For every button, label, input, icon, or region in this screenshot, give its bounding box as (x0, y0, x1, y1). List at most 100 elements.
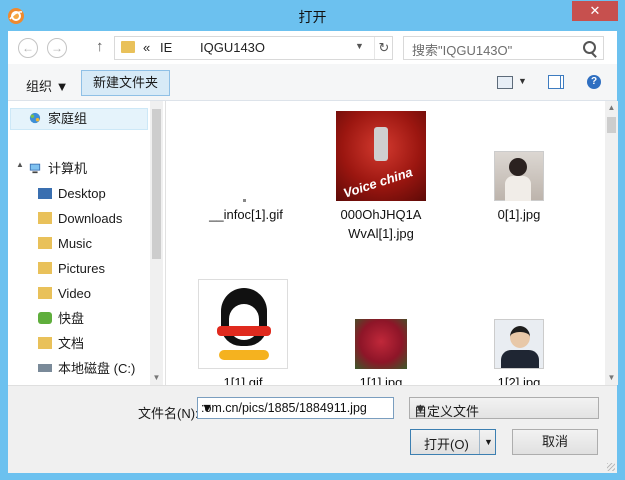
file-scroll-up-icon[interactable]: ▲ (605, 101, 618, 115)
file-thumbnail (243, 199, 246, 202)
file-item[interactable]: 1[1].gif (183, 279, 303, 390)
file-item[interactable]: Voice china 000OhJHQ1A WvAl[1].jpg (321, 111, 441, 251)
up-folder-button[interactable]: ↑ (96, 38, 104, 55)
sidebar-item-desktop[interactable]: Desktop (38, 183, 106, 205)
forward-button[interactable]: → (47, 38, 67, 58)
sidebar-item-label: 快盘 (58, 311, 85, 326)
portrait-figure (505, 176, 531, 201)
documents-folder-icon (38, 337, 52, 349)
penguin-scarf (217, 326, 271, 336)
sidebar-item-label: Video (58, 286, 92, 301)
split-divider (479, 430, 480, 454)
kuaipan-icon (38, 312, 52, 324)
organize-menu[interactable]: 组织 ▼ (26, 76, 68, 95)
file-thumbnail (494, 151, 544, 201)
file-name: 000OhJHQ1A WvAl[1].jpg (321, 205, 441, 243)
file-scroll-thumb[interactable] (607, 117, 616, 133)
command-bar: 组织 ▼ 新建文件夹 ▼ ? (8, 64, 617, 101)
desktop-folder-icon (38, 188, 52, 199)
portrait-figure (510, 326, 530, 348)
file-list-pane: __infoc[1].gif Voice china 000OhJHQ1A Wv… (165, 101, 618, 390)
downloads-folder-icon (38, 212, 52, 224)
sidebar-item-music[interactable]: Music (38, 233, 92, 255)
sidebar-scrollbar[interactable]: ▼ (150, 101, 163, 385)
file-name-line: WvAl[1].jpg (348, 226, 414, 241)
penguin-feet (219, 350, 269, 360)
view-options-dropdown-icon[interactable]: ▼ (518, 76, 527, 86)
breadcrumb-current-folder[interactable]: IQGU143O (200, 40, 265, 55)
file-pane-scrollbar[interactable]: ▲ ▼ (605, 101, 618, 385)
sidebar-item-label: 本地磁盘 (C:) (58, 361, 136, 376)
sidebar-item-downloads[interactable]: Downloads (38, 208, 122, 230)
new-folder-button[interactable]: 新建文件夹 (81, 70, 170, 96)
filename-input[interactable]: :om.cn/pics/1885/1884911.jpg ▼ (197, 397, 394, 419)
drive-icon (38, 364, 52, 372)
file-thumbnail (198, 279, 288, 369)
address-bar[interactable]: « IE IQGU143O ▼ ↻ (114, 36, 393, 60)
sidebar-item-label: Desktop (58, 186, 106, 201)
dialog-body: ← → ↑ « IE IQGU143O ▼ ↻ 搜索"IQGU143O" 组织 … (8, 31, 618, 473)
file-thumbnail (494, 319, 544, 369)
sidebar-item-video[interactable]: Video (38, 283, 91, 305)
pictures-folder-icon (38, 262, 52, 274)
sidebar-item-label: Pictures (58, 261, 105, 276)
search-placeholder: 搜索"IQGU143O" (412, 43, 513, 58)
filename-label: 文件名(N): (138, 406, 199, 421)
sidebar-item-documents[interactable]: 文档 (38, 333, 84, 355)
portrait-figure (501, 350, 539, 368)
open-button-label: 打开(O) (424, 437, 469, 452)
sidebar-item-label: Music (58, 236, 92, 251)
file-selection-bar: 文件名(N): :om.cn/pics/1885/1884911.jpg ▼ 自… (8, 385, 617, 473)
sidebar-item-label: Downloads (58, 211, 123, 226)
sidebar-item-local-disk-c[interactable]: 本地磁盘 (C:) (38, 358, 135, 380)
file-type-select[interactable]: 自定义文件 ▼ (409, 397, 599, 419)
breadcrumb-overflow[interactable]: « (143, 40, 150, 55)
sidebar-item-computer[interactable]: 计算机 (28, 158, 87, 180)
filename-dropdown-icon[interactable]: ▼ (201, 401, 390, 415)
open-file-dialog: 打开 ✕ ← → ↑ « IE IQGU143O ▼ ↻ 搜索"IQGU143O… (0, 0, 625, 480)
search-icon[interactable] (583, 41, 596, 54)
sidebar-scroll-down-icon[interactable]: ▼ (150, 371, 163, 385)
open-button[interactable]: 打开(O) ▼ (410, 429, 496, 455)
sidebar-item-kuaipan[interactable]: 快盘 (38, 308, 84, 330)
close-button[interactable]: ✕ (572, 1, 618, 21)
preview-pane-icon[interactable] (548, 75, 564, 89)
search-input[interactable]: 搜索"IQGU143O" (403, 36, 604, 60)
computer-icon (29, 163, 41, 174)
homegroup-icon (29, 112, 41, 124)
file-item[interactable]: 0[1].jpg (459, 111, 579, 226)
thumbnail-caption: Voice china (341, 164, 415, 201)
refresh-button[interactable]: ↻ (374, 37, 393, 59)
file-scroll-down-icon[interactable]: ▼ (605, 371, 618, 385)
music-folder-icon (38, 237, 52, 249)
cancel-button[interactable]: 取消 (512, 429, 598, 455)
video-folder-icon (38, 287, 52, 299)
expand-arrow-icon[interactable]: ▲ (16, 160, 24, 169)
help-icon[interactable]: ? (587, 75, 601, 89)
file-type-dropdown-icon[interactable]: ▼ (414, 401, 595, 416)
sidebar-item-label: 家庭组 (48, 111, 88, 126)
back-button[interactable]: ← (18, 38, 38, 58)
open-options-dropdown-icon[interactable]: ▼ (484, 437, 493, 447)
file-thumbnail: Voice china (336, 111, 426, 201)
file-name-line: 000OhJHQ1A (340, 207, 422, 222)
sidebar-item-pictures[interactable]: Pictures (38, 258, 105, 280)
sidebar-item-label: 文档 (58, 336, 85, 351)
folder-icon (121, 41, 135, 53)
sidebar-item-label: 计算机 (48, 161, 88, 176)
sidebar-item-homegroup[interactable]: 家庭组 (28, 108, 87, 130)
resize-grip-icon[interactable] (607, 463, 615, 471)
file-item[interactable]: 1[1].jpg (321, 279, 441, 390)
file-item[interactable]: 1[2].jpg (459, 279, 579, 390)
change-view-icon[interactable] (497, 76, 513, 89)
navigation-pane: 家庭组 ▲ 计算机 Desktop Downloads Music Pictur… (8, 101, 165, 385)
file-name: 0[1].jpg (497, 207, 541, 222)
file-name: __infoc[1].gif (209, 207, 283, 222)
file-item[interactable]: __infoc[1].gif (186, 111, 306, 226)
portrait-figure (509, 158, 527, 176)
breadcrumb-ie[interactable]: IE (160, 40, 172, 55)
sidebar-scroll-thumb[interactable] (152, 109, 161, 259)
microphone-icon (374, 127, 388, 161)
navigation-bar: ← → ↑ « IE IQGU143O ▼ ↻ 搜索"IQGU143O" (8, 31, 617, 64)
address-dropdown-icon[interactable]: ▼ (355, 41, 364, 51)
